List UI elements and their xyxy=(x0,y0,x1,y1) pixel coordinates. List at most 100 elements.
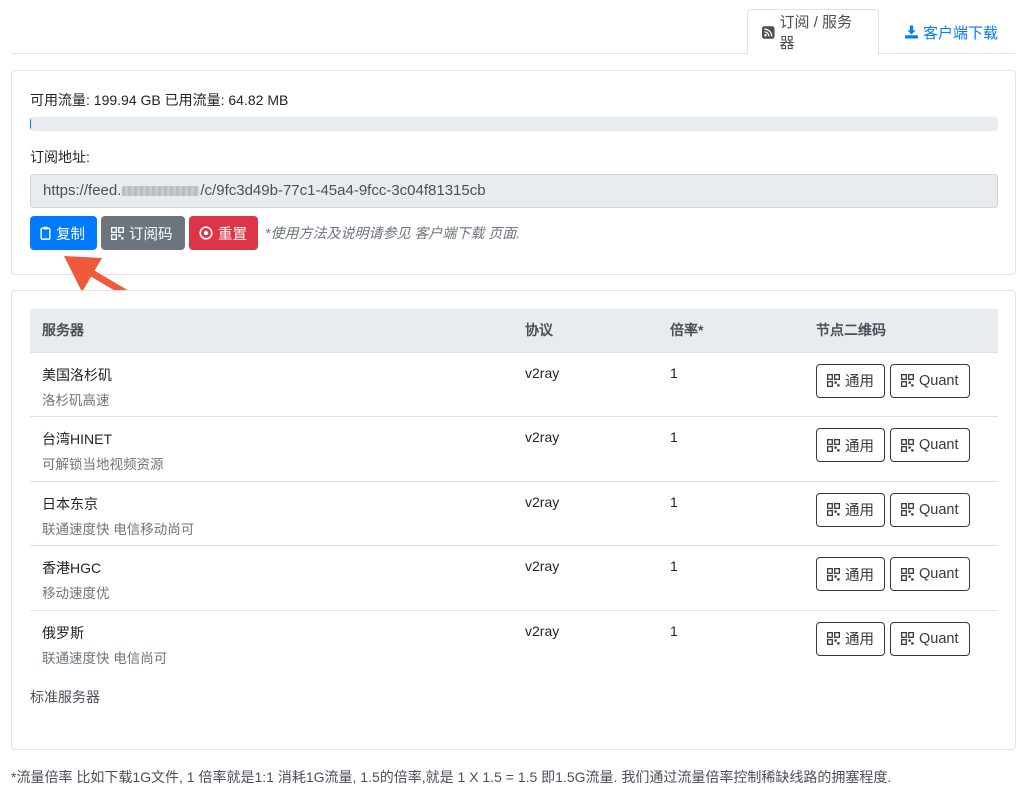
table-row: 日本东京 联通速度快 电信移动尚可 v2ray 1 通用 Quant xyxy=(30,481,998,546)
url-suffix: /c/9fc3d49b-77c1-45a4-9fcc-3c04f81315cb xyxy=(200,182,486,199)
reset-icon xyxy=(199,226,213,240)
qrcode-cell: 通用 Quant xyxy=(804,481,998,546)
nav-tabs: 订阅 / 服务器 客户端下载 xyxy=(11,0,1016,55)
quant-button-label: Quant xyxy=(919,566,959,582)
subscription-card: 可用流量: 199.94 GB 已用流量: 64.82 MB 订阅地址: htt… xyxy=(11,70,1016,275)
table-row: 俄罗斯 联通速度快 电信尚可 v2ray 1 通用 Quant xyxy=(30,610,998,675)
generic-button-label: 通用 xyxy=(845,567,874,584)
server-name: 日本东京 xyxy=(42,495,98,512)
server-cell: 美国洛杉矶 洛杉矶高速 xyxy=(30,352,513,417)
reset-button[interactable]: 重置 xyxy=(189,216,258,250)
available-traffic-value: 199.94 GB xyxy=(93,92,161,108)
header-protocol: 协议 xyxy=(513,309,658,353)
quant-qrcode-button[interactable]: Quant xyxy=(890,363,970,398)
server-desc: 联通速度快 电信移动尚可 xyxy=(42,521,195,537)
protocol-cell: v2ray xyxy=(513,416,658,482)
quant-button-label: Quant xyxy=(919,630,959,647)
server-desc: 移动速度优 xyxy=(42,586,110,601)
copy-button-label: 复制 xyxy=(56,226,85,243)
table-header-row: 服务器 协议 倍率* 节点二维码 xyxy=(30,309,998,353)
traffic-summary: 可用流量: 199.94 GB 已用流量: 64.82 MB xyxy=(30,90,288,110)
server-cell: 俄罗斯 联通速度快 电信尚可 xyxy=(30,610,513,675)
header-rate: 倍率* xyxy=(658,309,804,353)
server-name: 俄罗斯 xyxy=(42,624,84,641)
server-name: 香港HGC xyxy=(42,560,102,576)
generic-qrcode-button[interactable]: 通用 xyxy=(816,621,885,656)
quant-qrcode-button[interactable]: Quant xyxy=(890,492,970,527)
used-traffic-label: 已用流量: xyxy=(164,92,225,108)
standard-servers-label: 标准服务器 xyxy=(30,689,100,705)
generic-button-label: 通用 xyxy=(845,438,874,455)
server-name: 台湾HINET xyxy=(42,431,112,447)
generic-button-label: 通用 xyxy=(845,503,874,519)
qrcode-icon xyxy=(827,374,840,387)
table-row: 香港HGC 移动速度优 v2ray 1 通用 Quant xyxy=(30,545,998,611)
table-row: 美国洛杉矶 洛杉矶高速 v2ray 1 通用 Quant xyxy=(30,352,998,417)
protocol-cell: v2ray xyxy=(513,352,658,417)
server-desc: 可解锁当地视频资源 xyxy=(42,457,164,472)
server-desc: 洛杉矶高速 xyxy=(42,392,110,408)
qrcode-icon xyxy=(901,632,914,645)
server-cell: 香港HGC 移动速度优 xyxy=(30,545,513,611)
table-row: 台湾HINET 可解锁当地视频资源 v2ray 1 通用 Quant xyxy=(30,416,998,482)
used-traffic-value: 64.82 MB xyxy=(228,92,289,108)
subscription-qrcode-button[interactable]: 订阅码 xyxy=(101,216,185,250)
server-card: 服务器 协议 倍率* 节点二维码 美国洛杉矶 洛杉矶高速 v2ray 1 通用 … xyxy=(11,290,1016,750)
qrcode-icon xyxy=(111,226,124,240)
qrcode-icon xyxy=(901,438,914,452)
header-node-qrcode: 节点二维码 xyxy=(804,309,998,353)
qrcode-cell: 通用 Quant xyxy=(804,352,998,417)
qrcode-icon xyxy=(901,503,914,516)
rate-cell: 1 xyxy=(670,622,678,639)
rss-icon xyxy=(762,25,775,39)
qrcode-cell: 通用 Quant xyxy=(804,610,998,675)
protocol-cell: v2ray xyxy=(513,481,658,546)
clipboard-icon xyxy=(40,226,51,240)
qrcode-icon xyxy=(827,438,840,452)
protocol-cell: v2ray xyxy=(513,545,658,611)
rate-cell: 1 xyxy=(658,416,804,482)
quant-button-label: Quant xyxy=(919,437,959,453)
server-table: 服务器 协议 倍率* 节点二维码 美国洛杉矶 洛杉矶高速 v2ray 1 通用 … xyxy=(30,309,998,675)
traffic-progress-bar xyxy=(30,117,998,131)
generic-button-label: 通用 xyxy=(845,374,874,390)
copy-button[interactable]: 复制 xyxy=(30,216,97,250)
available-traffic-label: 可用流量: xyxy=(30,92,90,108)
redacted-domain xyxy=(122,186,200,196)
qrcode-cell: 通用 Quant xyxy=(804,416,998,482)
generic-qrcode-button[interactable]: 通用 xyxy=(816,492,885,527)
tab-download[interactable]: 客户端下载 xyxy=(891,9,1012,55)
header-server: 服务器 xyxy=(30,309,513,353)
reset-button-label: 重置 xyxy=(218,226,247,243)
generic-qrcode-button[interactable]: 通用 xyxy=(816,363,885,398)
server-desc: 联通速度快 电信尚可 xyxy=(42,650,168,666)
qrcode-button-label: 订阅码 xyxy=(129,226,173,243)
tab-download-label: 客户端下载 xyxy=(923,24,999,42)
quant-qrcode-button[interactable]: Quant xyxy=(890,621,970,656)
quant-qrcode-button[interactable]: Quant xyxy=(890,428,970,462)
quant-button-label: Quant xyxy=(919,372,959,389)
server-cell: 日本东京 联通速度快 电信移动尚可 xyxy=(30,481,513,546)
rate-footnote: *流量倍率 比如下载1G文件, 1 倍率就是1:1 消耗1G流量, 1.5的倍率… xyxy=(11,769,892,785)
qrcode-icon xyxy=(901,374,914,387)
qrcode-icon xyxy=(827,503,840,516)
usage-hint: *使用方法及说明请参见 客户端下载 页面. xyxy=(265,225,521,241)
subscription-url-label: 订阅地址: xyxy=(30,149,90,165)
url-prefix: https://feed. xyxy=(43,182,122,199)
server-name: 美国洛杉矶 xyxy=(42,366,112,383)
subscription-url-field[interactable]: https://feed. /c/9fc3d49b-77c1-45a4-9fcc… xyxy=(30,174,998,208)
tab-subscription[interactable]: 订阅 / 服务器 xyxy=(747,9,879,55)
server-cell: 台湾HINET 可解锁当地视频资源 xyxy=(30,416,513,482)
rate-cell: 1 xyxy=(658,545,804,611)
protocol-cell: v2ray xyxy=(525,622,560,639)
generic-button-label: 通用 xyxy=(845,632,874,648)
qrcode-icon xyxy=(901,567,914,581)
download-icon xyxy=(905,25,918,39)
generic-qrcode-button[interactable]: 通用 xyxy=(816,557,885,591)
tab-subscription-label: 订阅 / 服务器 xyxy=(779,14,853,52)
qrcode-icon xyxy=(827,567,840,581)
generic-qrcode-button[interactable]: 通用 xyxy=(816,428,885,462)
subscription-actions: 复制 订阅码 重置 *使用方法及说明请参见 客户端下载 页面. xyxy=(30,216,520,250)
rate-cell: 1 xyxy=(658,352,804,417)
quant-qrcode-button[interactable]: Quant xyxy=(890,557,970,591)
